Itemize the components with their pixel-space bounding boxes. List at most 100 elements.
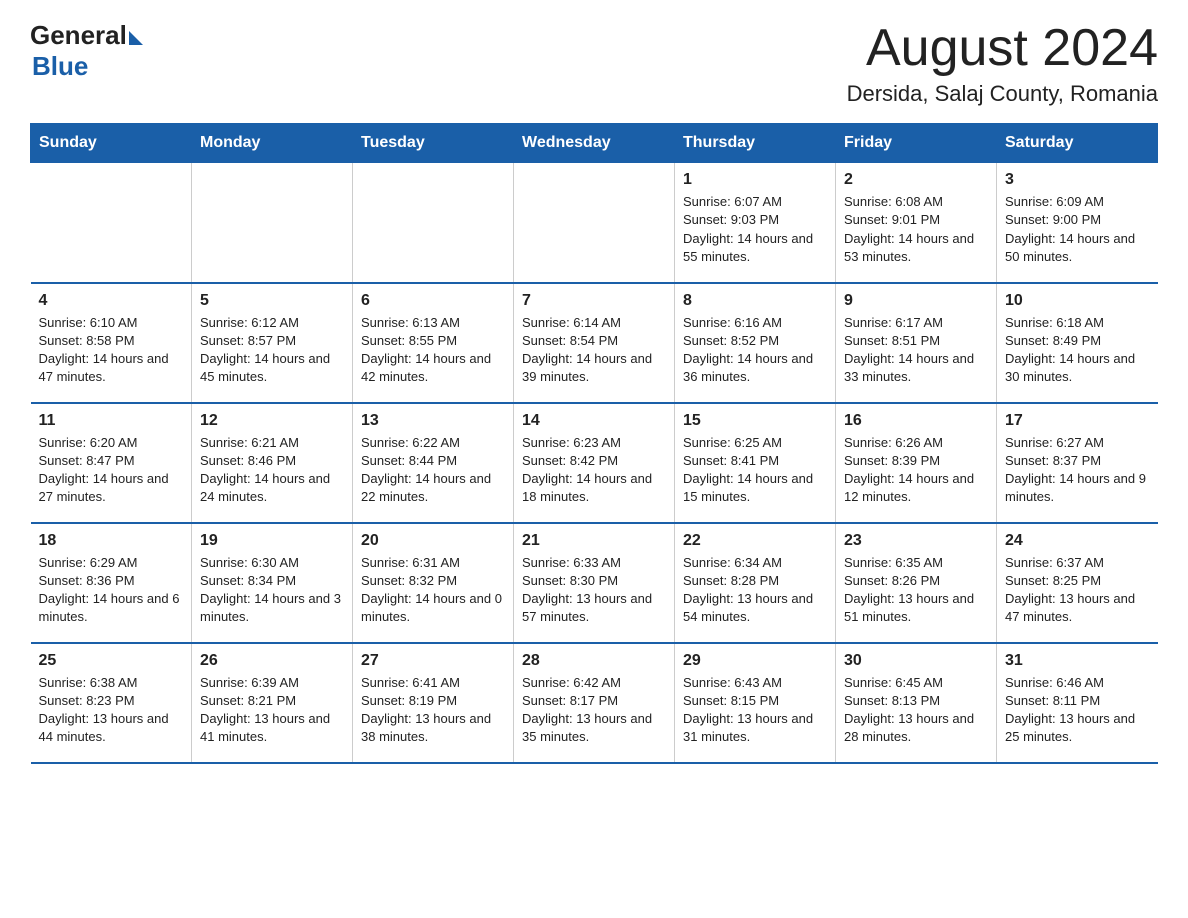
day-number: 11 (39, 412, 184, 430)
calendar-cell: 15 Sunrise: 6:25 AM Sunset: 8:41 PM Dayli… (675, 403, 836, 523)
day-info: Sunrise: 6:10 AM Sunset: 8:58 PM Dayligh… (39, 314, 184, 387)
day-info: Sunrise: 6:20 AM Sunset: 8:47 PM Dayligh… (39, 434, 184, 507)
day-info: Sunrise: 6:21 AM Sunset: 8:46 PM Dayligh… (200, 434, 344, 507)
calendar-cell: 5 Sunrise: 6:12 AM Sunset: 8:57 PM Daylig… (192, 283, 353, 403)
day-number: 17 (1005, 412, 1150, 430)
calendar-cell: 28Sunrise: 6:42 AM Sunset: 8:17 PM Dayli… (514, 643, 675, 763)
calendar-cell: 19 Sunrise: 6:30 AM Sunset: 8:34 PM Dayli… (192, 523, 353, 643)
calendar-cell: 9 Sunrise: 6:17 AM Sunset: 8:51 PM Daylig… (836, 283, 997, 403)
calendar-cell: 30Sunrise: 6:45 AM Sunset: 8:13 PM Dayli… (836, 643, 997, 763)
day-number: 9 (844, 292, 988, 310)
logo-blue-text: Blue (32, 51, 88, 82)
day-number: 24 (1005, 532, 1150, 550)
day-number: 29 (683, 652, 827, 670)
day-info: Sunrise: 6:38 AM Sunset: 8:23 PM Dayligh… (39, 674, 184, 747)
calendar-cell: 20 Sunrise: 6:31 AM Sunset: 8:32 PM Dayli… (353, 523, 514, 643)
day-info: Sunrise: 6:30 AM Sunset: 8:34 PM Dayligh… (200, 554, 344, 627)
day-info: Sunrise: 6:13 AM Sunset: 8:55 PM Dayligh… (361, 314, 505, 387)
day-number: 19 (200, 532, 344, 550)
title-area: August 2024 Dersida, Salaj County, Roman… (847, 20, 1158, 107)
day-number: 30 (844, 652, 988, 670)
day-number: 10 (1005, 292, 1150, 310)
calendar-cell: 1 Sunrise: 6:07 AM Sunset: 9:03 PM Daylig… (675, 163, 836, 283)
day-info: Sunrise: 6:18 AM Sunset: 8:49 PM Dayligh… (1005, 314, 1150, 387)
day-info: Sunrise: 6:08 AM Sunset: 9:01 PM Dayligh… (844, 193, 988, 266)
day-number: 3 (1005, 171, 1150, 189)
day-number: 8 (683, 292, 827, 310)
logo-general-text: General (30, 20, 127, 51)
header: General Blue August 2024 Dersida, Salaj … (30, 20, 1158, 107)
day-info: Sunrise: 6:42 AM Sunset: 8:17 PM Dayligh… (522, 674, 666, 747)
calendar-title: August 2024 (847, 20, 1158, 77)
calendar-cell (514, 163, 675, 283)
day-of-week-header: Thursday (675, 124, 836, 163)
day-number: 16 (844, 412, 988, 430)
day-number: 1 (683, 171, 827, 189)
calendar-cell: 21 Sunrise: 6:33 AM Sunset: 8:30 PM Dayli… (514, 523, 675, 643)
day-info: Sunrise: 6:41 AM Sunset: 8:19 PM Dayligh… (361, 674, 505, 747)
calendar-week-row: 1 Sunrise: 6:07 AM Sunset: 9:03 PM Daylig… (31, 163, 1158, 283)
logo-triangle-icon (129, 31, 143, 45)
calendar-cell: 2 Sunrise: 6:08 AM Sunset: 9:01 PM Daylig… (836, 163, 997, 283)
day-number: 7 (522, 292, 666, 310)
day-number: 13 (361, 412, 505, 430)
calendar-table: SundayMondayTuesdayWednesdayThursdayFrid… (30, 123, 1158, 764)
calendar-cell: 17 Sunrise: 6:27 AM Sunset: 8:37 PM Dayli… (997, 403, 1158, 523)
calendar-cell: 24 Sunrise: 6:37 AM Sunset: 8:25 PM Dayli… (997, 523, 1158, 643)
calendar-cell: 22Sunrise: 6:34 AM Sunset: 8:28 PM Dayli… (675, 523, 836, 643)
calendar-cell: 16Sunrise: 6:26 AM Sunset: 8:39 PM Dayli… (836, 403, 997, 523)
calendar-cell: 29 Sunrise: 6:43 AM Sunset: 8:15 PM Dayli… (675, 643, 836, 763)
day-info: Sunrise: 6:35 AM Sunset: 8:26 PM Dayligh… (844, 554, 988, 627)
day-of-week-header: Friday (836, 124, 997, 163)
day-of-week-header: Sunday (31, 124, 192, 163)
calendar-cell: 4 Sunrise: 6:10 AM Sunset: 8:58 PM Daylig… (31, 283, 192, 403)
day-number: 14 (522, 412, 666, 430)
day-number: 21 (522, 532, 666, 550)
calendar-cell: 26 Sunrise: 6:39 AM Sunset: 8:21 PM Dayli… (192, 643, 353, 763)
day-info: Sunrise: 6:12 AM Sunset: 8:57 PM Dayligh… (200, 314, 344, 387)
calendar-cell: 13 Sunrise: 6:22 AM Sunset: 8:44 PM Dayli… (353, 403, 514, 523)
day-info: Sunrise: 6:43 AM Sunset: 8:15 PM Dayligh… (683, 674, 827, 747)
day-info: Sunrise: 6:27 AM Sunset: 8:37 PM Dayligh… (1005, 434, 1150, 507)
day-number: 20 (361, 532, 505, 550)
day-of-week-header: Wednesday (514, 124, 675, 163)
day-number: 31 (1005, 652, 1150, 670)
calendar-cell: 6 Sunrise: 6:13 AM Sunset: 8:55 PM Daylig… (353, 283, 514, 403)
day-number: 15 (683, 412, 827, 430)
calendar-cell: 8 Sunrise: 6:16 AM Sunset: 8:52 PM Daylig… (675, 283, 836, 403)
day-info: Sunrise: 6:07 AM Sunset: 9:03 PM Dayligh… (683, 193, 827, 266)
calendar-cell (192, 163, 353, 283)
day-number: 26 (200, 652, 344, 670)
calendar-cell (31, 163, 192, 283)
day-number: 25 (39, 652, 184, 670)
calendar-cell (353, 163, 514, 283)
calendar-cell: 11 Sunrise: 6:20 AM Sunset: 8:47 PM Dayli… (31, 403, 192, 523)
day-info: Sunrise: 6:46 AM Sunset: 8:11 PM Dayligh… (1005, 674, 1150, 747)
day-info: Sunrise: 6:25 AM Sunset: 8:41 PM Dayligh… (683, 434, 827, 507)
day-number: 23 (844, 532, 988, 550)
day-number: 6 (361, 292, 505, 310)
day-of-week-header: Saturday (997, 124, 1158, 163)
day-info: Sunrise: 6:16 AM Sunset: 8:52 PM Dayligh… (683, 314, 827, 387)
calendar-cell: 3 Sunrise: 6:09 AM Sunset: 9:00 PM Daylig… (997, 163, 1158, 283)
calendar-week-row: 25 Sunrise: 6:38 AM Sunset: 8:23 PM Dayli… (31, 643, 1158, 763)
day-number: 4 (39, 292, 184, 310)
day-number: 12 (200, 412, 344, 430)
calendar-subtitle: Dersida, Salaj County, Romania (847, 81, 1158, 107)
day-number: 5 (200, 292, 344, 310)
calendar-cell: 18Sunrise: 6:29 AM Sunset: 8:36 PM Dayli… (31, 523, 192, 643)
day-info: Sunrise: 6:37 AM Sunset: 8:25 PM Dayligh… (1005, 554, 1150, 627)
calendar-cell: 27Sunrise: 6:41 AM Sunset: 8:19 PM Dayli… (353, 643, 514, 763)
calendar-cell: 23 Sunrise: 6:35 AM Sunset: 8:26 PM Dayli… (836, 523, 997, 643)
calendar-cell: 12 Sunrise: 6:21 AM Sunset: 8:46 PM Dayli… (192, 403, 353, 523)
day-info: Sunrise: 6:31 AM Sunset: 8:32 PM Dayligh… (361, 554, 505, 627)
calendar-week-row: 4 Sunrise: 6:10 AM Sunset: 8:58 PM Daylig… (31, 283, 1158, 403)
day-number: 22 (683, 532, 827, 550)
day-number: 2 (844, 171, 988, 189)
day-info: Sunrise: 6:39 AM Sunset: 8:21 PM Dayligh… (200, 674, 344, 747)
day-info: Sunrise: 6:22 AM Sunset: 8:44 PM Dayligh… (361, 434, 505, 507)
day-info: Sunrise: 6:33 AM Sunset: 8:30 PM Dayligh… (522, 554, 666, 627)
day-info: Sunrise: 6:09 AM Sunset: 9:00 PM Dayligh… (1005, 193, 1150, 266)
day-info: Sunrise: 6:17 AM Sunset: 8:51 PM Dayligh… (844, 314, 988, 387)
day-info: Sunrise: 6:29 AM Sunset: 8:36 PM Dayligh… (39, 554, 184, 627)
